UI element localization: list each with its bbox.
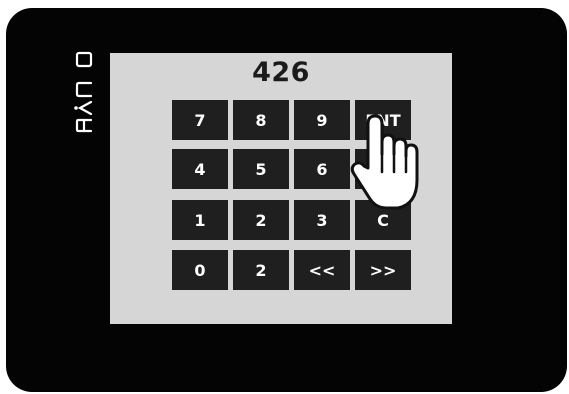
- key-6[interactable]: 6: [294, 149, 350, 189]
- key-enter[interactable]: ENT: [355, 100, 411, 140]
- key-3[interactable]: 3: [294, 200, 350, 240]
- key-7[interactable]: 7: [172, 100, 228, 140]
- key-9[interactable]: 9: [294, 100, 350, 140]
- key-1[interactable]: 1: [172, 200, 228, 240]
- key-0[interactable]: 0: [172, 250, 228, 290]
- key-2-bottom[interactable]: 2: [233, 250, 289, 290]
- key-back[interactable]: <<: [294, 250, 350, 290]
- key-8[interactable]: 8: [233, 100, 289, 140]
- key-5[interactable]: 5: [233, 149, 289, 189]
- key-forward[interactable]: >>: [355, 250, 411, 290]
- display-value: 426: [252, 57, 310, 88]
- key-4[interactable]: 4: [172, 149, 228, 189]
- evco-logo: [74, 51, 93, 133]
- key-blank[interactable]: [355, 149, 411, 189]
- key-2[interactable]: 2: [233, 200, 289, 240]
- key-clear[interactable]: C: [355, 200, 411, 240]
